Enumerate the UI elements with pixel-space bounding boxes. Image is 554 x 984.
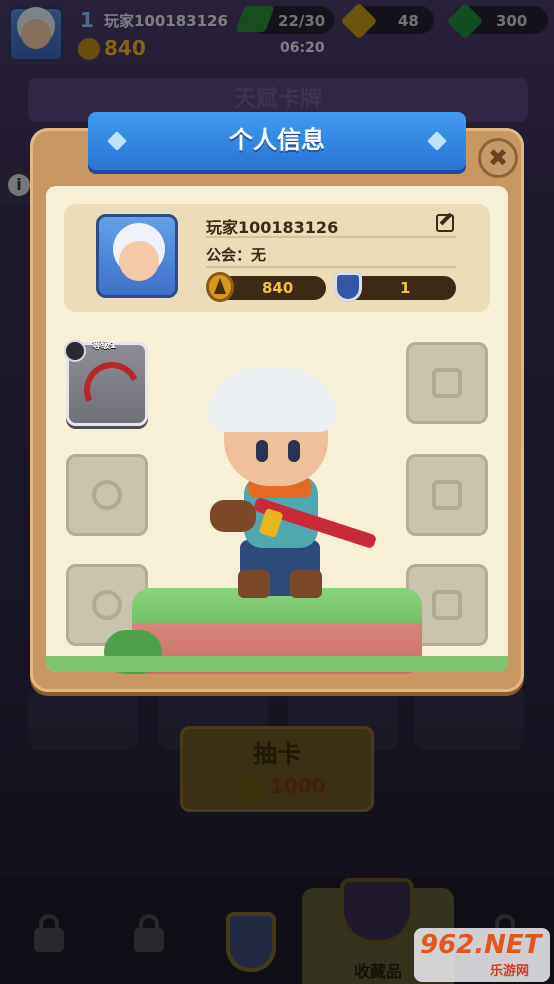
character-arm xyxy=(210,500,256,532)
helmet-icon xyxy=(432,480,462,510)
name-underline xyxy=(206,236,456,238)
helmet-slot[interactable] xyxy=(406,454,488,536)
edit-name-icon[interactable] xyxy=(436,214,454,232)
player-portrait[interactable] xyxy=(96,214,178,298)
necklace-icon xyxy=(92,480,122,510)
trophy-count: 840 xyxy=(262,279,294,297)
character-eye xyxy=(288,440,300,462)
close-icon: ✖ xyxy=(487,144,509,172)
trophy-icon xyxy=(206,272,234,302)
player-name: 玩家100183126 xyxy=(206,218,339,237)
character-boot xyxy=(290,570,322,598)
rank-value: 1 xyxy=(400,279,411,297)
ring-icon xyxy=(92,590,122,620)
armor-slot[interactable] xyxy=(406,342,488,424)
grass-strip xyxy=(46,656,508,672)
boots-icon xyxy=(432,590,462,620)
character-hair xyxy=(208,368,336,432)
character-eye xyxy=(256,440,268,462)
bow-icon xyxy=(76,354,148,426)
watermark-text: 962.NET xyxy=(420,930,542,960)
armor-icon xyxy=(432,368,462,398)
watermark-subtext: 乐游网 xyxy=(490,964,530,979)
character-boot xyxy=(238,570,270,598)
dialog-title: 个人信息 xyxy=(229,126,325,154)
guild-underline xyxy=(206,266,456,268)
necklace-slot[interactable] xyxy=(66,454,148,536)
guild-label: 公会：无 xyxy=(206,246,267,264)
weapon-slot-bow[interactable] xyxy=(64,340,148,426)
close-button[interactable]: ✖ xyxy=(478,138,518,178)
weapon-type-badge-icon xyxy=(64,340,86,362)
shield-icon xyxy=(334,272,362,302)
bow-level-label: 等级1 xyxy=(92,341,117,351)
